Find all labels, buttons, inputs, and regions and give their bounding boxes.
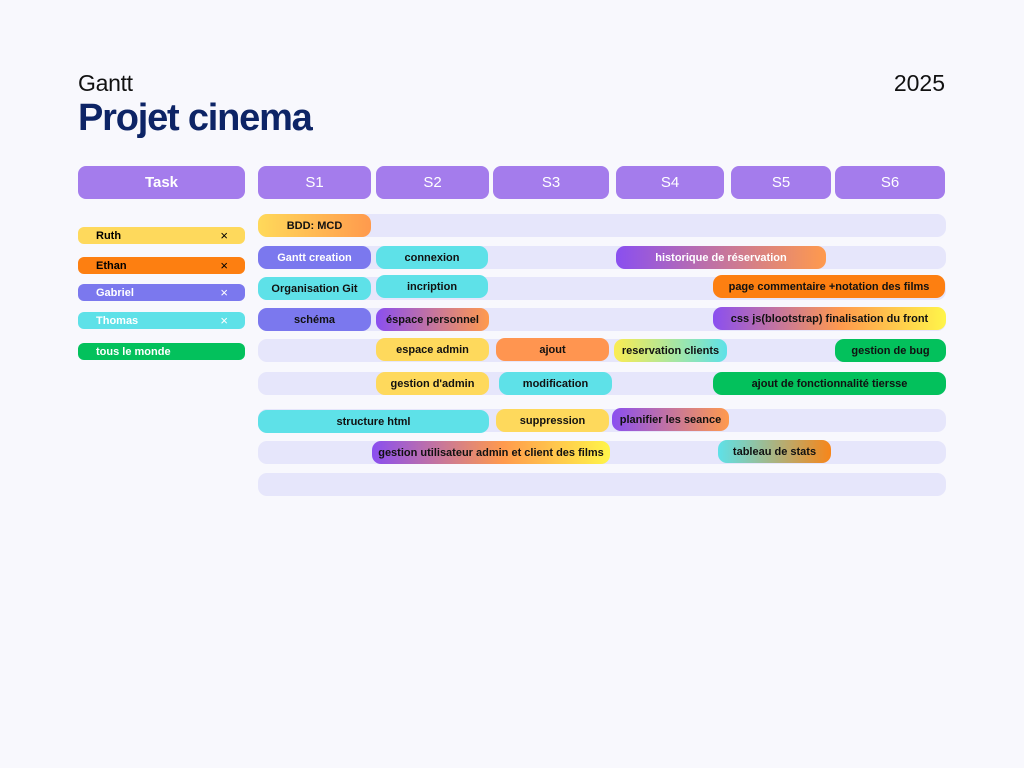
legend-label: Gabriel	[96, 286, 134, 299]
task-bar-planifier[interactable]: planifier les seance	[612, 408, 729, 431]
task-bar-ajout-fonctionnalite[interactable]: ajout de fonctionnalité tiersse	[713, 372, 946, 395]
task-bar-espace-admin[interactable]: espace admin	[376, 338, 489, 361]
task-bar-organisation-git[interactable]: Organisation Git	[258, 277, 371, 300]
task-bar-css-js[interactable]: css js(blootstrap) finalisation du front	[713, 307, 946, 330]
week-header-s5: S5	[731, 166, 831, 199]
week-header-s6: S6	[835, 166, 945, 199]
task-bar-structure-html[interactable]: structure html	[258, 410, 489, 433]
legend-label: tous le monde	[96, 345, 171, 358]
gantt-track	[258, 473, 946, 496]
task-bar-connexion[interactable]: connexion	[376, 246, 488, 269]
task-bar-gantt-creation[interactable]: Gantt creation	[258, 246, 371, 269]
task-bar-ajout[interactable]: ajout	[496, 338, 609, 361]
week-header-s2: S2	[376, 166, 489, 199]
task-bar-suppression[interactable]: suppression	[496, 409, 609, 432]
task-bar-gestion-bug[interactable]: gestion de bug	[835, 339, 946, 362]
task-bar-page-commentaire[interactable]: page commentaire +notation des films	[713, 275, 945, 298]
task-bar-modification[interactable]: modification	[499, 372, 612, 395]
task-bar-espace-personnel[interactable]: éspace personnel	[376, 308, 489, 331]
task-bar-gestion-admin[interactable]: gestion d'admin	[376, 372, 489, 395]
legend-label: Ruth	[96, 229, 122, 242]
task-bar-gestion-utilisateur[interactable]: gestion utilisateur admin et client des …	[372, 441, 610, 464]
task-column-header: Task	[78, 166, 245, 199]
legend-label: Ethan	[96, 259, 127, 272]
task-bar-tableau-stats[interactable]: tableau de stats	[718, 440, 831, 463]
task-bar-reservation-clients[interactable]: reservation clients	[614, 339, 727, 362]
week-header-s1: S1	[258, 166, 371, 199]
close-icon[interactable]: ×	[220, 286, 228, 299]
close-icon[interactable]: ×	[220, 229, 228, 242]
legend-item-thomas[interactable]: Thomas ×	[78, 312, 245, 329]
legend-item-ethan[interactable]: Ethan ×	[78, 257, 245, 274]
task-bar-incription[interactable]: incription	[376, 275, 488, 298]
close-icon[interactable]: ×	[220, 259, 228, 272]
task-bar-bdd-mcd[interactable]: BDD: MCD	[258, 214, 371, 237]
week-header-s3: S3	[493, 166, 609, 199]
legend-label: Thomas	[96, 314, 139, 327]
task-bar-historique[interactable]: historique de réservation	[616, 246, 826, 269]
week-header-s4: S4	[616, 166, 724, 199]
legend-item-gabriel[interactable]: Gabriel ×	[78, 284, 245, 301]
close-icon[interactable]: ×	[220, 314, 228, 327]
legend-item-ruth[interactable]: Ruth ×	[78, 227, 245, 244]
task-bar-schema[interactable]: schéma	[258, 308, 371, 331]
legend-item-tous-le-monde[interactable]: tous le monde	[78, 343, 245, 360]
page-title: Projet cinema	[78, 97, 313, 139]
gantt-subtitle: Gantt	[78, 70, 133, 96]
year-label: 2025	[893, 70, 945, 96]
